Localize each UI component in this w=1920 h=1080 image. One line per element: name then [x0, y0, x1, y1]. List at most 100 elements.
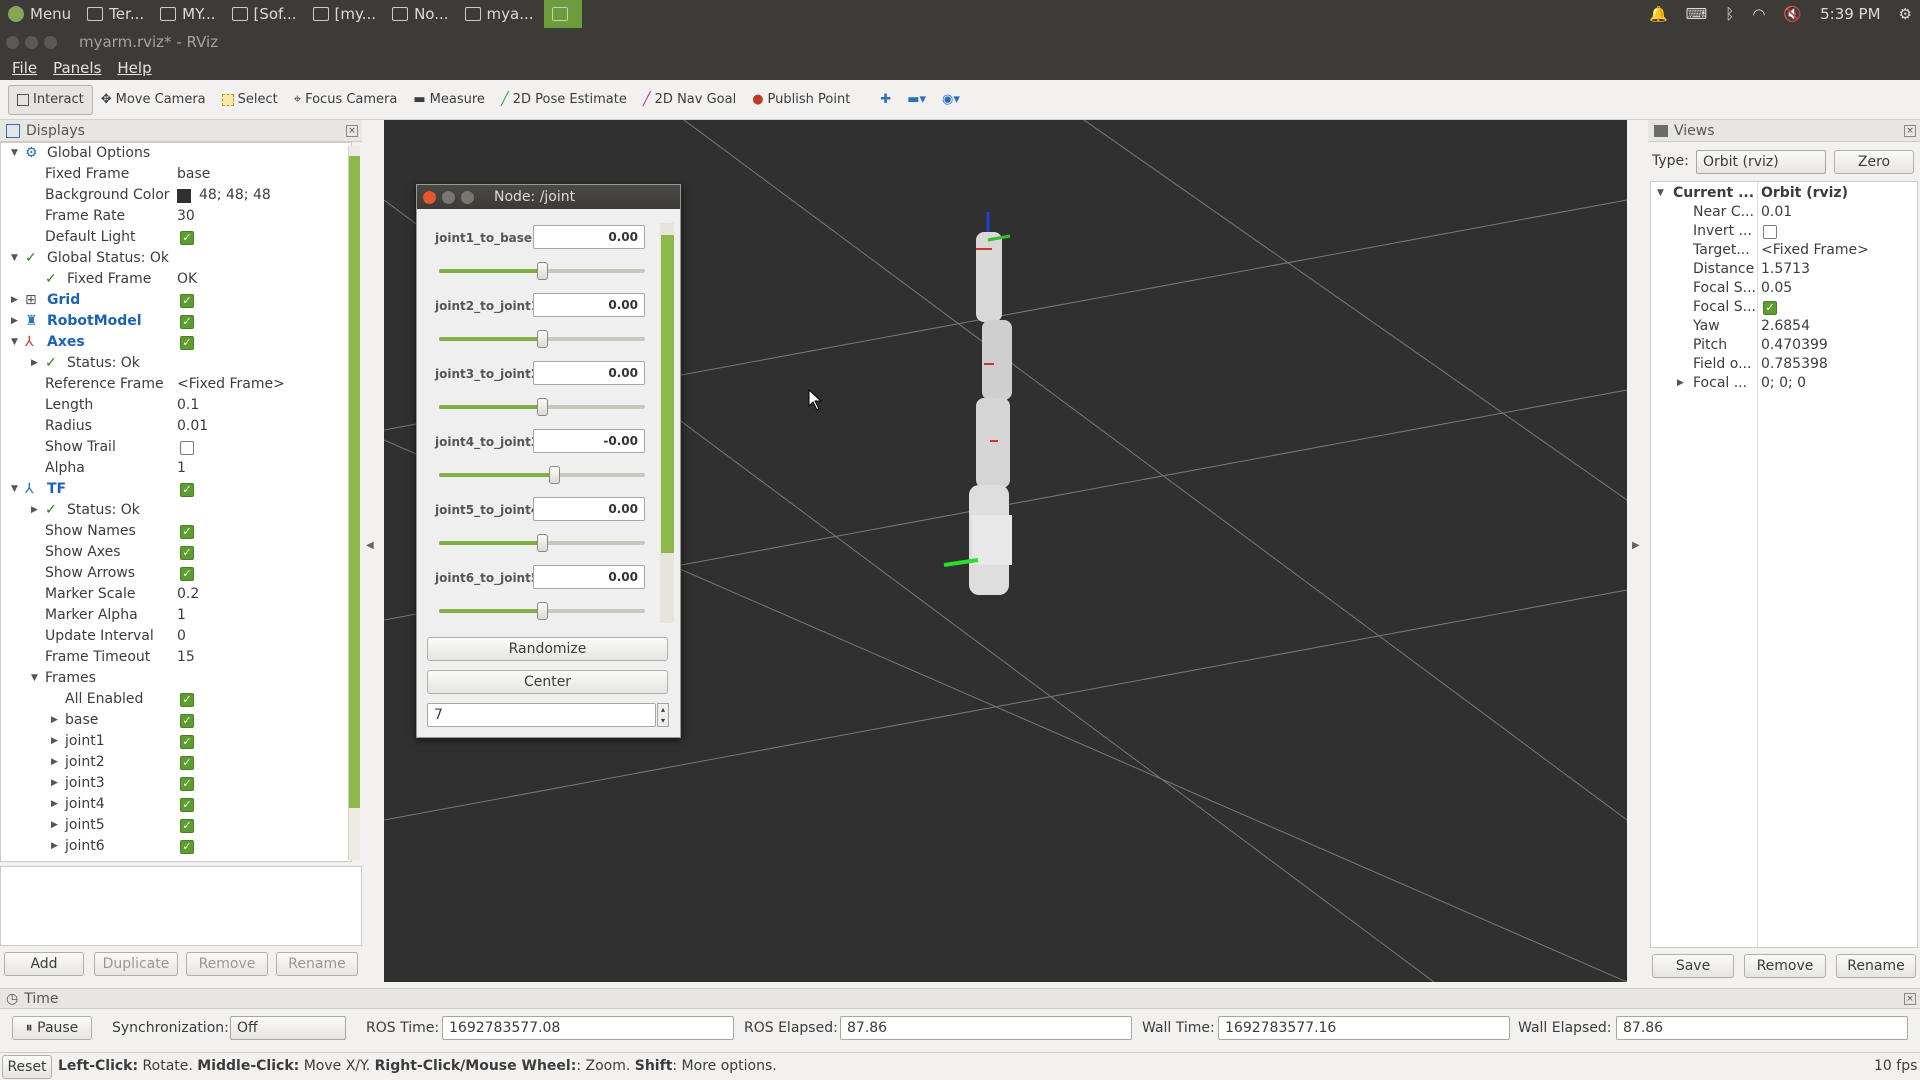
row-marker-scale[interactable]: Marker Scale 0.2 — [1, 584, 351, 605]
row-global-options[interactable]: ▼ ⚙ Global Options — [1, 143, 351, 164]
joint-slider[interactable] — [439, 466, 645, 484]
row-show-arrows[interactable]: Show Arrows ✓ — [1, 563, 351, 584]
collapse-icon[interactable]: ▶ — [11, 311, 18, 332]
row-marker-alpha[interactable]: Marker Alpha 1 — [1, 605, 351, 626]
row-robot-model[interactable]: ▶ ♜ RobotModel ✓ — [1, 311, 351, 332]
task-software[interactable]: [Sof... — [224, 0, 305, 28]
task-terminal[interactable]: Ter... — [79, 0, 152, 28]
minimize-icon[interactable] — [442, 190, 455, 204]
row-tf-status[interactable]: ▶ ✓ Status: Ok — [1, 500, 351, 521]
wall-time-field[interactable]: 1692783577.16 — [1218, 1016, 1510, 1040]
task-notes[interactable]: No... — [384, 0, 456, 28]
collapse-icon[interactable]: ▶ — [1677, 374, 1684, 393]
row-alpha[interactable]: Alpha 1 — [1, 458, 351, 479]
row-axes-status[interactable]: ▶ ✓ Status: Ok — [1, 353, 351, 374]
row-frame-base[interactable]: ▶ base ✓ — [1, 710, 351, 731]
row-all-enabled[interactable]: All Enabled ✓ — [1, 689, 351, 710]
sync-select[interactable]: Off — [230, 1016, 346, 1040]
joint-slider[interactable] — [439, 330, 645, 348]
checkbox[interactable] — [180, 441, 194, 455]
vrow-field-of-view[interactable]: Field o... 0.785398 — [1651, 355, 1917, 374]
slider-handle[interactable] — [549, 466, 560, 484]
expand-icon[interactable]: ▼ — [31, 668, 38, 689]
joint-value-field[interactable]: 0.00 — [533, 293, 645, 317]
row-axes[interactable]: ▼ ⅄ Axes ✓ — [1, 332, 351, 353]
expand-icon[interactable]: ▼ — [11, 332, 18, 353]
row-length[interactable]: Length 0.1 — [1, 395, 351, 416]
right-splitter-arrow-icon[interactable]: ▶ — [1632, 540, 1640, 551]
close-panel-icon[interactable]: × — [1904, 992, 1916, 1005]
slider-handle[interactable] — [537, 262, 548, 280]
remove-display-button[interactable]: Remove — [186, 952, 268, 976]
randomize-button[interactable]: Randomize — [427, 637, 668, 661]
select-tool[interactable]: Select — [214, 85, 286, 115]
checkbox[interactable]: ✓ — [180, 315, 194, 329]
checkbox[interactable]: ✓ — [180, 336, 194, 350]
collapse-icon[interactable]: ▶ — [51, 710, 58, 731]
checkbox[interactable]: ✓ — [180, 735, 194, 749]
ros-elapsed-field[interactable]: 87.86 — [840, 1016, 1132, 1040]
maximize-window-icon[interactable] — [44, 35, 57, 49]
vrow-focal-shape[interactable]: Focal S... ✓ — [1651, 298, 1917, 317]
row-background-color[interactable]: Background Color 48; 48; 48 — [1, 185, 351, 206]
checkbox[interactable]: ✓ — [180, 756, 194, 770]
vrow-near-clip[interactable]: Near C... 0.01 — [1651, 203, 1917, 222]
joint-value-field[interactable]: -0.00 — [533, 429, 645, 453]
vrow-current[interactable]: ▼ Current ... Orbit (rviz) — [1651, 184, 1917, 203]
slider-handle[interactable] — [537, 602, 548, 620]
collapse-icon[interactable]: ▶ — [31, 353, 38, 374]
menu-button[interactable]: Menu — [0, 0, 79, 28]
move-camera-tool[interactable]: ✥ Move Camera — [93, 85, 214, 115]
checkbox[interactable]: ✓ — [180, 483, 194, 497]
checkbox[interactable]: ✓ — [180, 714, 194, 728]
row-default-light[interactable]: Default Light ✓ — [1, 227, 351, 248]
vrow-invert[interactable]: Invert ... — [1651, 222, 1917, 241]
task-editor[interactable]: [my... — [305, 0, 385, 28]
clock[interactable]: 5:39 PM — [1820, 5, 1880, 23]
settings-gear-icon[interactable]: ⚙ — [1899, 5, 1912, 23]
nav-goal-tool[interactable]: ╱ 2D Nav Goal — [635, 85, 744, 115]
bluetooth-icon[interactable]: ᛒ — [1725, 5, 1734, 23]
checkbox[interactable]: ✓ — [180, 840, 194, 854]
collapse-icon[interactable]: ▶ — [51, 731, 58, 752]
checkbox[interactable]: ✓ — [180, 294, 194, 308]
expand-icon[interactable]: ▼ — [11, 248, 18, 269]
pose-estimate-tool[interactable]: ╱ 2D Pose Estimate — [493, 85, 635, 115]
duplicate-display-button[interactable]: Duplicate — [94, 952, 178, 976]
menu-file[interactable]: File — [12, 59, 37, 77]
count-spinbox[interactable]: 7 — [427, 703, 656, 727]
save-view-button[interactable]: Save — [1652, 954, 1734, 978]
joint-value-field[interactable]: 0.00 — [533, 361, 645, 385]
wall-elapsed-field[interactable]: 87.86 — [1616, 1016, 1908, 1040]
row-frame-joint5[interactable]: ▶ joint5 ✓ — [1, 815, 351, 836]
focus-camera-tool[interactable]: ⌖ Focus Camera — [286, 85, 406, 115]
collapse-icon[interactable]: ▶ — [51, 773, 58, 794]
joint-value-field[interactable]: 0.00 — [533, 225, 645, 249]
collapse-icon[interactable]: ▶ — [51, 794, 58, 815]
view-type-select[interactable]: Orbit (rviz) — [1696, 150, 1826, 174]
joint-slider[interactable] — [439, 602, 645, 620]
joint-value-field[interactable]: 0.00 — [533, 497, 645, 521]
checkbox[interactable]: ✓ — [180, 525, 194, 539]
collapse-icon[interactable]: ▶ — [51, 836, 58, 857]
joint-list-scroll-thumb[interactable] — [661, 235, 674, 553]
checkbox[interactable]: ✓ — [180, 777, 194, 791]
checkbox[interactable]: ✓ — [180, 546, 194, 560]
menu-panels[interactable]: Panels — [53, 59, 101, 77]
checkbox[interactable] — [1763, 225, 1777, 239]
joint-slider[interactable] — [439, 534, 645, 552]
row-frame-joint4[interactable]: ▶ joint4 ✓ — [1, 794, 351, 815]
vrow-target[interactable]: Target... <Fixed Frame> — [1651, 241, 1917, 260]
collapse-icon[interactable]: ▶ — [51, 752, 58, 773]
row-show-axes[interactable]: Show Axes ✓ — [1, 542, 351, 563]
row-radius[interactable]: Radius 0.01 — [1, 416, 351, 437]
color-swatch[interactable] — [177, 189, 191, 203]
volume-icon[interactable]: 🔇 — [1783, 5, 1802, 23]
rename-view-button[interactable]: Rename — [1836, 954, 1916, 978]
row-frame-timeout[interactable]: Frame Timeout 15 — [1, 647, 351, 668]
checkbox[interactable]: ✓ — [1763, 301, 1777, 315]
row-frame-rate[interactable]: Frame Rate 30 — [1, 206, 351, 227]
row-status-fixed-frame[interactable]: ✓ Fixed Frame OK — [1, 269, 351, 290]
vrow-yaw[interactable]: Yaw 2.6854 — [1651, 317, 1917, 336]
publish-point-tool[interactable]: ● Publish Point — [744, 85, 858, 115]
